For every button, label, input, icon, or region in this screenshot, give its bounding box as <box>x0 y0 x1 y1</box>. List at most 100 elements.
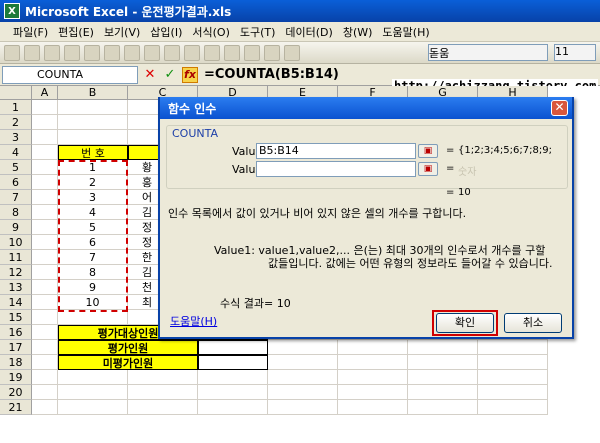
new-icon[interactable] <box>4 44 20 61</box>
menu-tools[interactable]: 도구(T) <box>235 24 281 40</box>
cell-e17[interactable] <box>268 340 338 355</box>
close-icon[interactable]: ✕ <box>551 100 568 116</box>
cell-g19[interactable] <box>408 370 478 385</box>
cell-b9[interactable]: 5 <box>58 220 128 235</box>
cell-a13[interactable] <box>32 280 58 295</box>
row-header-6[interactable]: 6 <box>0 175 32 190</box>
row-header-13[interactable]: 13 <box>0 280 32 295</box>
cell-d21[interactable] <box>198 400 268 415</box>
cell-a14[interactable] <box>32 295 58 310</box>
menu-format[interactable]: 서식(O) <box>187 24 234 40</box>
cell-b6[interactable]: 2 <box>58 175 128 190</box>
font-name-select[interactable]: 돋움 <box>428 44 548 61</box>
menu-file[interactable]: 파일(F) <box>8 24 53 40</box>
cell-e20[interactable] <box>268 385 338 400</box>
cell-b19[interactable] <box>58 370 128 385</box>
cell-a20[interactable] <box>32 385 58 400</box>
cell-g21[interactable] <box>408 400 478 415</box>
cell-d20[interactable] <box>198 385 268 400</box>
cell-a5[interactable] <box>32 160 58 175</box>
name-box[interactable]: COUNTA <box>2 65 138 84</box>
cell-f20[interactable] <box>338 385 408 400</box>
sort-icon[interactable] <box>244 44 260 61</box>
preview-icon[interactable] <box>84 44 100 61</box>
cell-g20[interactable] <box>408 385 478 400</box>
cancel-button[interactable]: 취소 <box>504 313 562 333</box>
cell-a18[interactable] <box>32 355 58 370</box>
help-icon[interactable] <box>284 44 300 61</box>
row-header-2[interactable]: 2 <box>0 115 32 130</box>
formula-text[interactable]: =COUNTA(B5:B14) <box>204 67 339 82</box>
cell-b14[interactable]: 10 <box>58 295 128 310</box>
cell-b2[interactable] <box>58 115 128 130</box>
cell-b8[interactable]: 4 <box>58 205 128 220</box>
cell-b3[interactable] <box>58 130 128 145</box>
cell-a21[interactable] <box>32 400 58 415</box>
row-header-4[interactable]: 4 <box>0 145 32 160</box>
menu-insert[interactable]: 삽입(I) <box>145 24 187 40</box>
copy-icon[interactable] <box>144 44 160 61</box>
cell-b10[interactable]: 6 <box>58 235 128 250</box>
cell-f18[interactable] <box>338 355 408 370</box>
select-all-corner[interactable] <box>0 86 32 100</box>
column-header-b[interactable]: B <box>58 86 128 100</box>
print-icon[interactable] <box>64 44 80 61</box>
cell-d18[interactable] <box>198 355 268 370</box>
cell-a11[interactable] <box>32 250 58 265</box>
font-size-select[interactable]: 11 <box>554 44 596 61</box>
menu-help[interactable]: 도움말(H) <box>377 24 434 40</box>
cell-a2[interactable] <box>32 115 58 130</box>
row-header-10[interactable]: 10 <box>0 235 32 250</box>
cell-g18[interactable] <box>408 355 478 370</box>
cell-b20[interactable] <box>58 385 128 400</box>
cell-a7[interactable] <box>32 190 58 205</box>
cell-a4[interactable] <box>32 145 58 160</box>
cell-h21[interactable] <box>478 400 548 415</box>
row-header-1[interactable]: 1 <box>0 100 32 115</box>
column-header-a[interactable]: A <box>32 86 58 100</box>
cell-e18[interactable] <box>268 355 338 370</box>
row-header-8[interactable]: 8 <box>0 205 32 220</box>
chart-icon[interactable] <box>264 44 280 61</box>
cell-f17[interactable] <box>338 340 408 355</box>
cell-b4[interactable]: 번 호 <box>58 145 128 160</box>
cell-b1[interactable] <box>58 100 128 115</box>
cell-a17[interactable] <box>32 340 58 355</box>
cell-b13[interactable]: 9 <box>58 280 128 295</box>
row-header-14[interactable]: 14 <box>0 295 32 310</box>
cell-b15[interactable] <box>58 310 128 325</box>
help-link[interactable]: 도움말(H) <box>170 313 217 329</box>
cell-c21[interactable] <box>128 400 198 415</box>
cell-a6[interactable] <box>32 175 58 190</box>
ok-button[interactable]: 확인 <box>436 313 494 333</box>
cell-f21[interactable] <box>338 400 408 415</box>
row-header-18[interactable]: 18 <box>0 355 32 370</box>
value2-collapse-icon[interactable]: ▣ <box>418 162 438 176</box>
cell-h20[interactable] <box>478 385 548 400</box>
row-header-17[interactable]: 17 <box>0 340 32 355</box>
enter-icon[interactable]: ✓ <box>162 67 178 83</box>
row-header-21[interactable]: 21 <box>0 400 32 415</box>
cell-a8[interactable] <box>32 205 58 220</box>
cell-a16[interactable] <box>32 325 58 340</box>
cell-h18[interactable] <box>478 355 548 370</box>
undo-icon[interactable] <box>184 44 200 61</box>
value1-input[interactable]: B5:B14 <box>256 143 416 159</box>
cell-a19[interactable] <box>32 370 58 385</box>
redo-icon[interactable] <box>204 44 220 61</box>
cell-d17[interactable] <box>198 340 268 355</box>
cell-d19[interactable] <box>198 370 268 385</box>
cell-h19[interactable] <box>478 370 548 385</box>
value1-collapse-icon[interactable]: ▣ <box>418 144 438 158</box>
cell-b7[interactable]: 3 <box>58 190 128 205</box>
cell-a9[interactable] <box>32 220 58 235</box>
row-header-11[interactable]: 11 <box>0 250 32 265</box>
row-header-5[interactable]: 5 <box>0 160 32 175</box>
cell-b17[interactable]: 평가인원 <box>58 340 198 355</box>
row-header-7[interactable]: 7 <box>0 190 32 205</box>
insert-function-icon[interactable]: fx <box>182 66 198 83</box>
cell-b18[interactable]: 미평가인원 <box>58 355 198 370</box>
row-header-15[interactable]: 15 <box>0 310 32 325</box>
cell-a15[interactable] <box>32 310 58 325</box>
value2-input[interactable] <box>256 161 416 177</box>
